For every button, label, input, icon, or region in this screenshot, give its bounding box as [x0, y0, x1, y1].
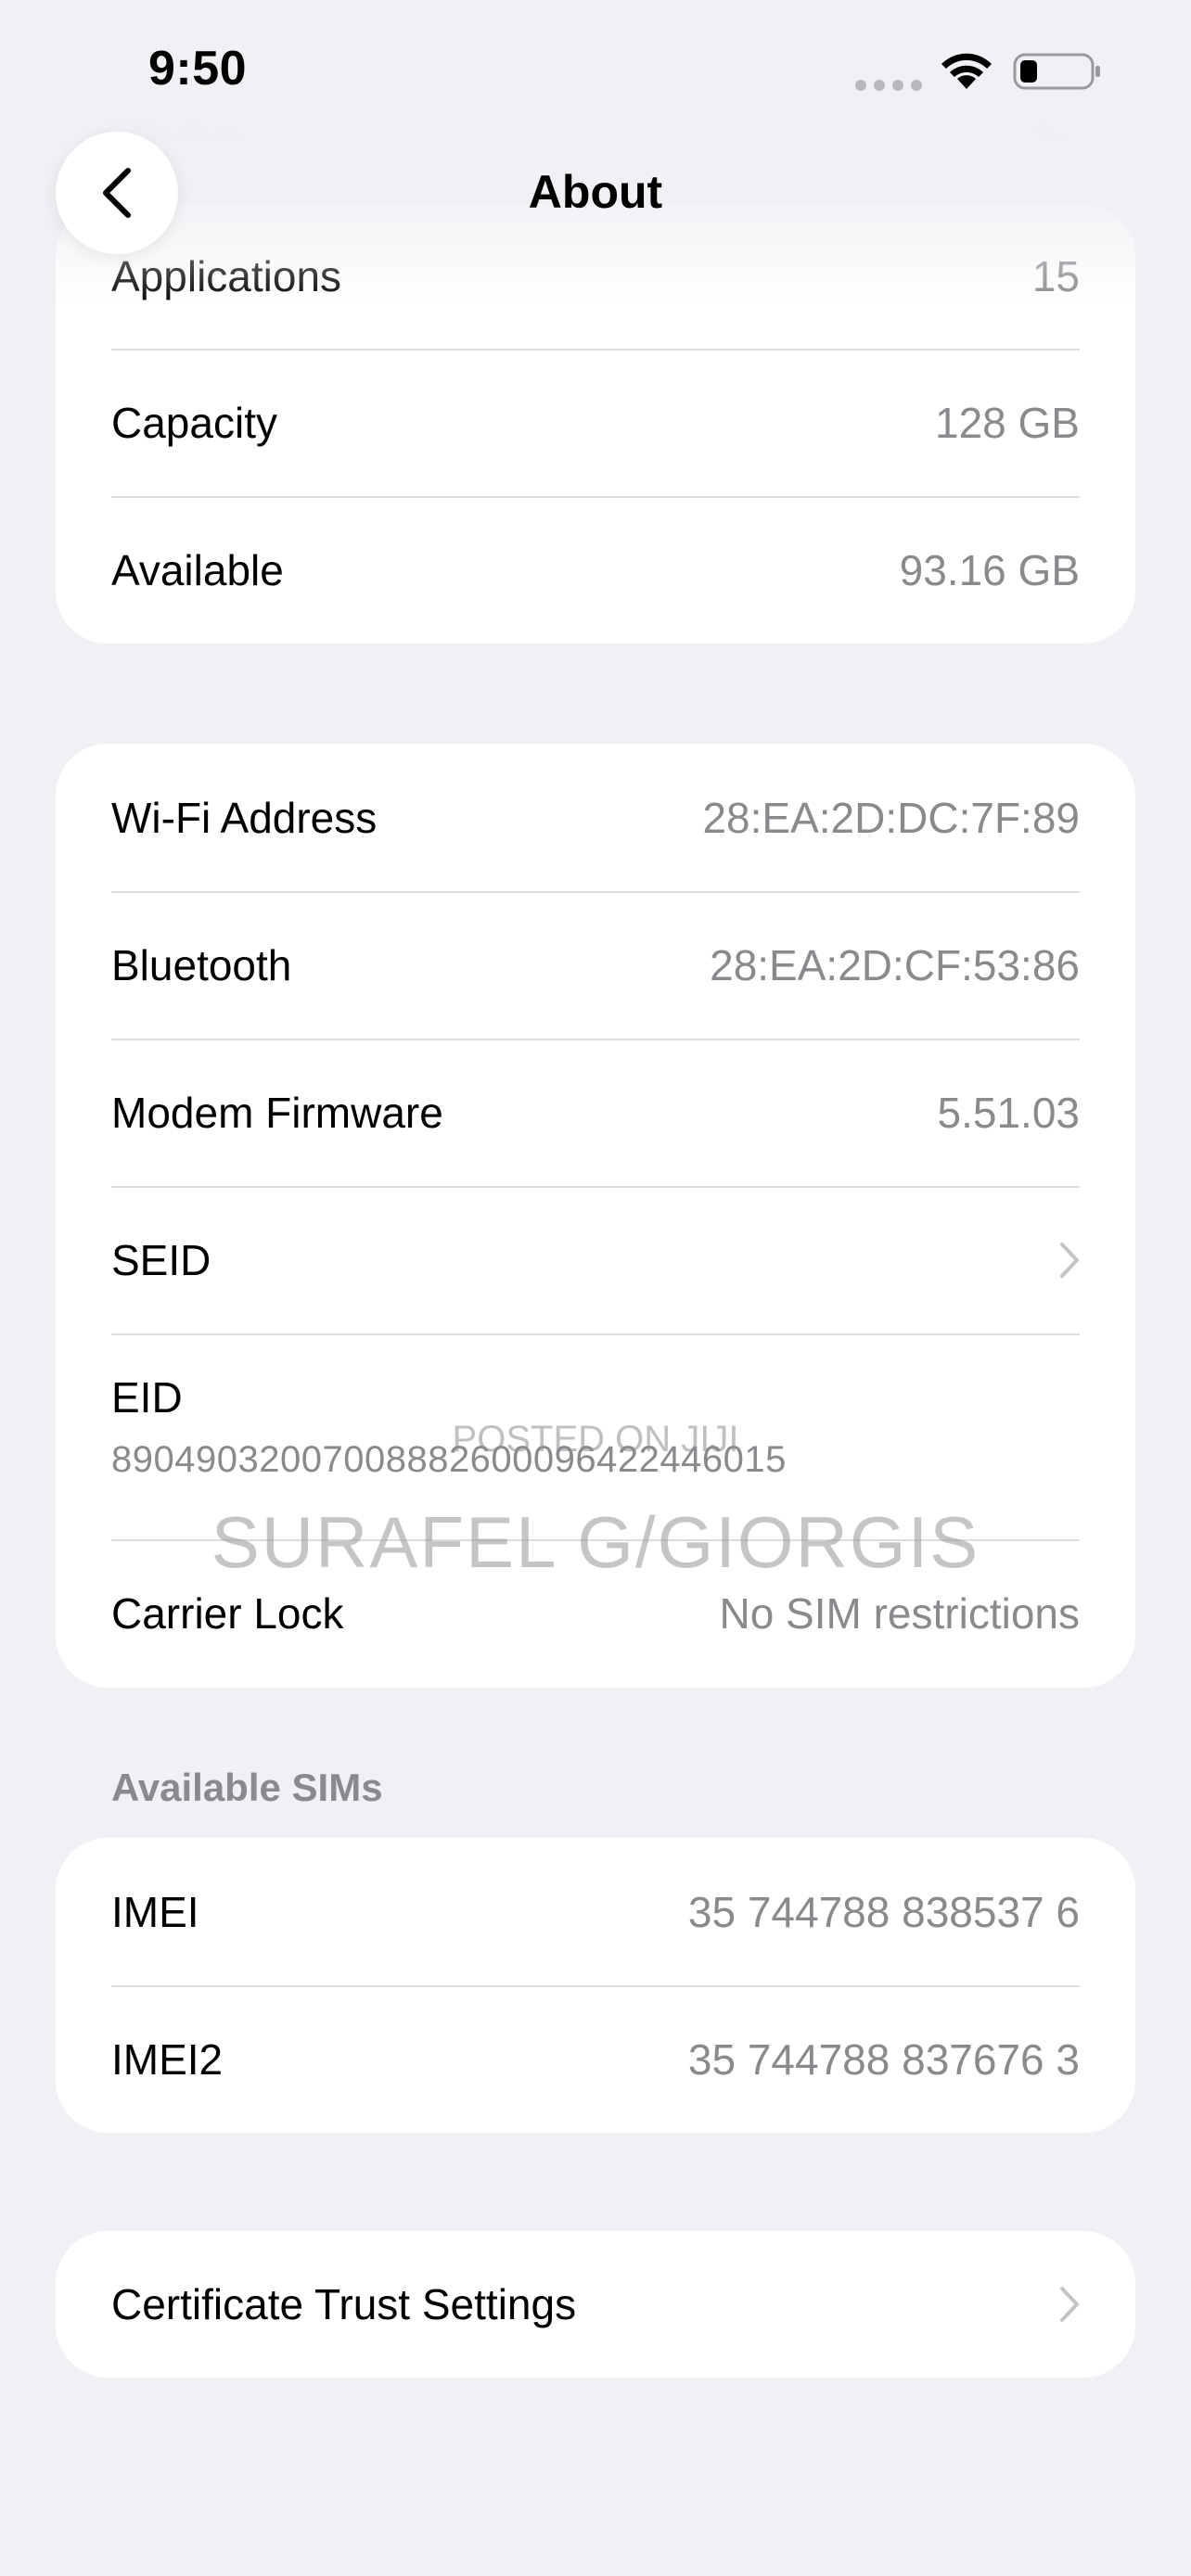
row-imei: IMEI 35 744788 838537 6: [56, 1838, 1135, 1985]
row-label: IMEI2: [111, 2034, 224, 2084]
row-label: Modem Firmware: [111, 1088, 443, 1137]
row-value: 128 GB: [935, 398, 1080, 447]
row-value: 35 744788 837676 3: [687, 2034, 1080, 2084]
row-label: IMEI: [111, 1887, 199, 1936]
page-title: About: [528, 166, 663, 218]
network-group: Wi-Fi Address 28:EA:2D:DC:7F:89 Bluetoot…: [56, 744, 1135, 1688]
top-bar: 9:50 About: [0, 0, 1191, 306]
row-seid[interactable]: SEID: [56, 1186, 1135, 1333]
row-value: 35 744788 838537 6: [687, 1887, 1080, 1936]
row-label: SEID: [111, 1235, 211, 1284]
section-header-available-sims: Available SIMs: [111, 1766, 383, 1809]
row-label: EID: [111, 1373, 183, 1422]
row-value: 5.51.03: [937, 1088, 1080, 1137]
row-value: No SIM restrictions: [719, 1589, 1080, 1638]
no-signal-icon: [855, 80, 922, 91]
certificate-group: Certificate Trust Settings: [56, 2231, 1135, 2378]
row-imei2: IMEI2 35 744788 837676 3: [56, 1985, 1135, 2133]
row-label: Certificate Trust Settings: [111, 2280, 577, 2328]
row-label: Capacity: [111, 398, 277, 447]
chevron-right-icon: [1060, 2287, 1079, 2322]
row-label: Available: [111, 545, 284, 594]
row-wifi-address: Wi-Fi Address 28:EA:2D:DC:7F:89: [56, 744, 1135, 891]
chevron-right-icon: [1060, 1242, 1079, 1278]
row-label: Carrier Lock: [111, 1589, 344, 1638]
row-value: 28:EA:2D:CF:53:86: [710, 940, 1080, 989]
row-label: Bluetooth: [111, 940, 292, 989]
sims-group: IMEI 35 744788 838537 6 IMEI2 35 744788 …: [56, 1838, 1135, 2133]
row-bluetooth: Bluetooth 28:EA:2D:CF:53:86: [56, 891, 1135, 1039]
row-value: 28:EA:2D:DC:7F:89: [702, 793, 1080, 842]
row-eid: EID 89049032007008882600096422446015: [56, 1333, 1135, 1539]
eid-value: 89049032007008882600096422446015: [111, 1439, 787, 1480]
row-modem-firmware: Modem Firmware 5.51.03: [56, 1039, 1135, 1186]
about-screen: Photos 62 Applications 15 Capacity 128 G…: [0, 0, 1191, 2576]
row-capacity: Capacity 128 GB: [56, 349, 1135, 496]
row-available: Available 93.16 GB: [56, 496, 1135, 644]
row-certificate-trust-settings[interactable]: Certificate Trust Settings: [56, 2231, 1135, 2378]
status-time: 9:50: [148, 42, 248, 96]
row-label: Wi-Fi Address: [111, 793, 378, 842]
wifi-icon: [941, 53, 992, 89]
row-carrier-lock: Carrier Lock No SIM restrictions: [56, 1539, 1135, 1688]
row-value: 93.16 GB: [899, 545, 1080, 594]
battery-icon: [1013, 53, 1100, 90]
